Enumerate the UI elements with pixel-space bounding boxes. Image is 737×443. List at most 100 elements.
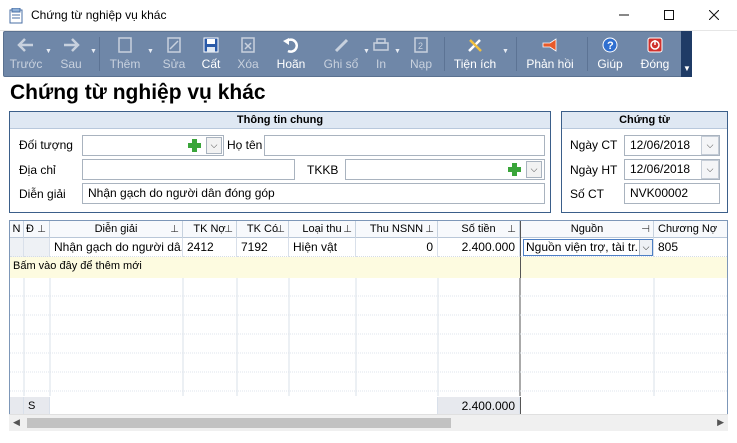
app-icon	[9, 8, 23, 24]
chevron-down-icon: ▼	[363, 48, 370, 55]
megaphone-icon	[541, 36, 559, 54]
table-row[interactable]: Nhận gạch do người dâ... 2412 7192 Hiện …	[10, 238, 727, 257]
toolbar-divider	[444, 37, 445, 71]
chevron-down-icon: ⌵	[530, 164, 538, 174]
col-header-so-tien[interactable]: Số tiền ⊥	[438, 221, 520, 238]
post-ledger-button[interactable]: Ghi sổ	[319, 32, 363, 76]
maximize-icon	[663, 10, 674, 20]
chevron-down-icon: ▼	[683, 64, 691, 73]
scrollbar-thumb[interactable]	[27, 418, 451, 428]
cell-tk-no[interactable]: 2412	[183, 238, 237, 257]
chevron-down-icon: ⌵	[210, 140, 218, 150]
horizontal-scrollbar[interactable]: ◀ ▶	[9, 414, 728, 431]
close-power-icon	[646, 36, 664, 54]
col-header-thu-nsnn[interactable]: Thu NSNN ⊥	[356, 221, 438, 238]
cell-so-tien[interactable]: 2.400.000	[438, 238, 520, 257]
close-icon	[708, 10, 719, 20]
print-button[interactable]: In	[371, 32, 391, 76]
doi-tuong-field[interactable]	[82, 135, 224, 156]
ho-ten-field[interactable]	[264, 135, 545, 156]
dia-chi-field[interactable]	[82, 159, 295, 180]
empty-grid-lines	[10, 278, 727, 396]
feedback-button[interactable]: Phản hồi	[522, 32, 578, 76]
row-selector[interactable]	[10, 238, 24, 257]
so-ct-label: Số CT	[570, 187, 605, 201]
voucher-panel: Chứng từ Ngày CT 12/06/2018 ⌵ Ngày HT 12…	[561, 111, 728, 213]
chevron-down-icon: ⌵	[706, 164, 714, 174]
ngay-ht-calendar-button[interactable]: ⌵	[701, 160, 719, 179]
save-button[interactable]: Cất	[196, 32, 226, 76]
new-document-icon	[116, 36, 134, 54]
toolbar-overflow-button[interactable]: ▼	[681, 31, 692, 77]
previous-button[interactable]: Trước	[7, 32, 45, 76]
general-info-header: Thông tin chung	[10, 112, 550, 129]
col-header-nguon[interactable]: Nguồn ⊣	[520, 221, 654, 238]
nguon-dropdown[interactable]: Nguồn viện trợ, tài tr... ⌵	[523, 239, 653, 256]
col-header-loai-thu[interactable]: Loại thu ⊥	[289, 221, 356, 238]
pin-icon[interactable]: ⊥	[343, 221, 352, 238]
add-icon[interactable]	[187, 138, 202, 153]
chevron-down-icon: ▼	[502, 48, 509, 55]
cell-loai-thu[interactable]: Hiện vật	[289, 238, 356, 257]
minimize-button[interactable]	[601, 0, 646, 30]
tools-icon	[466, 36, 484, 54]
load-icon: 2	[412, 36, 430, 54]
pin-icon[interactable]: ⊥	[425, 221, 434, 238]
doi-tuong-dropdown-button[interactable]: ⌵	[206, 137, 222, 154]
col-header-tk-co[interactable]: TK Có ⊥	[237, 221, 289, 238]
pin-icon[interactable]: ⊥	[224, 221, 233, 238]
chevron-down-icon: ⌵	[706, 140, 714, 150]
pin-icon[interactable]: ⊥	[170, 221, 179, 238]
help-button[interactable]: ? Giúp	[594, 32, 626, 76]
pin-icon[interactable]: ⊥	[507, 221, 516, 238]
ho-ten-label: Họ tên	[227, 138, 263, 152]
col-header-n[interactable]: N	[10, 221, 24, 238]
window-title: Chứng từ nghiệp vụ khác	[31, 8, 167, 22]
undo-icon	[282, 36, 300, 54]
cell-chuong-no[interactable]: 805	[654, 238, 727, 257]
utilities-button[interactable]: Tiện ích	[450, 32, 500, 76]
close-form-button[interactable]: Đóng	[638, 32, 672, 76]
next-button[interactable]: Sau	[54, 32, 88, 76]
cell-nguon[interactable]: Nguồn viện trợ, tài tr... ⌵	[520, 238, 654, 257]
dia-chi-label: Địa chỉ	[19, 163, 56, 177]
entries-grid: N Đ ⊥ Diễn giải ⊥ TK Nợ ⊥ TK Có ⊥ Loại thu ⊥ …	[9, 220, 728, 429]
ngay-ct-label: Ngày CT	[570, 138, 618, 152]
doi-tuong-label: Đối tượng	[19, 138, 73, 152]
col-header-dien-giai[interactable]: Diễn giải ⊥	[50, 221, 183, 238]
tkkb-dropdown-button[interactable]: ⌵	[526, 161, 542, 178]
row-selector[interactable]	[24, 238, 50, 257]
close-window-button[interactable]	[691, 0, 736, 30]
scroll-right-icon[interactable]: ▶	[717, 417, 724, 428]
dien-giai-label: Diễn giải	[19, 187, 66, 201]
pin-icon[interactable]: ⊥	[37, 221, 46, 238]
add-new-row[interactable]: Bấm vào đây để thêm mới	[10, 257, 727, 278]
help-icon: ?	[601, 36, 619, 54]
postpone-button[interactable]: Hoãn	[274, 32, 308, 76]
cell-tk-co[interactable]: 7192	[237, 238, 289, 257]
edit-button[interactable]: Sửa	[159, 32, 189, 76]
chevron-down-icon: ▼	[394, 48, 401, 55]
chevron-down-icon: ▼	[90, 48, 97, 55]
totals-row: S 2.400.000	[10, 397, 727, 416]
col-header-d[interactable]: Đ ⊥	[24, 221, 50, 238]
col-header-tk-no[interactable]: TK Nợ ⊥	[183, 221, 237, 238]
cell-dien-giai[interactable]: Nhận gạch do người dâ...	[50, 238, 183, 257]
pencil-icon	[332, 36, 350, 54]
so-ct-field[interactable]: NVK00002	[624, 183, 720, 204]
edit-document-icon	[165, 36, 183, 54]
dien-giai-field[interactable]: Nhận gạch do người dân đóng góp	[82, 183, 545, 204]
add-button[interactable]: Thêm	[105, 32, 145, 76]
add-icon[interactable]	[507, 162, 522, 177]
maximize-button[interactable]	[646, 0, 691, 30]
pin-icon[interactable]: ⊣	[641, 221, 650, 238]
cell-thu-nsnn[interactable]: 0	[356, 238, 438, 257]
col-header-chuong-no[interactable]: Chương Nợ	[654, 221, 727, 238]
chevron-down-icon[interactable]: ⌵	[639, 240, 652, 255]
ngay-ct-calendar-button[interactable]: ⌵	[701, 136, 719, 155]
pin-icon[interactable]: ⊥	[276, 221, 285, 238]
delete-button[interactable]: Xóa	[232, 32, 264, 76]
scroll-left-icon[interactable]: ◀	[13, 417, 20, 428]
load-button[interactable]: 2 Nạp	[406, 32, 436, 76]
ngay-ht-label: Ngày HT	[570, 163, 618, 177]
